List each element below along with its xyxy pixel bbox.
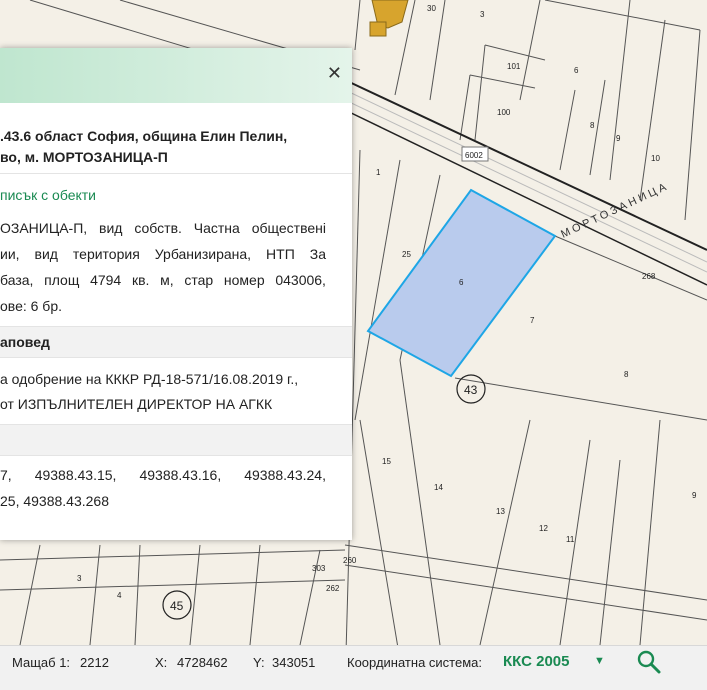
word: територия [72, 246, 140, 262]
word: собств. [134, 220, 182, 236]
neighbor-id: 49388.43.15, [34, 467, 117, 483]
word: Частна [193, 220, 240, 236]
word: м, [160, 272, 174, 288]
svg-text:43: 43 [464, 383, 478, 397]
word: площ [44, 272, 80, 288]
svg-text:100: 100 [497, 108, 511, 117]
object-title-line: во, м. МОРТОЗАНИЦА-П [0, 149, 168, 165]
object-list-link[interactable]: писък с обекти [0, 187, 96, 203]
neighbors-line: 7, 49388.43.15, 49388.43.16, 49388.43.24… [0, 467, 326, 483]
svg-text:8: 8 [590, 121, 595, 130]
search-icon[interactable] [636, 649, 662, 675]
word: ии, [0, 246, 20, 262]
word: база, [0, 272, 34, 288]
svg-text:303: 303 [312, 564, 326, 573]
word: вид [99, 220, 123, 236]
svg-text:12: 12 [539, 524, 548, 533]
neighbor-id: 49388.43.16, [139, 467, 222, 483]
svg-text:9: 9 [616, 134, 621, 143]
panel-header: ✕ [0, 48, 352, 103]
svg-text:11: 11 [566, 535, 575, 544]
svg-text:15: 15 [382, 457, 391, 466]
order-text-line: а одобрение на КККР РД-18-571/16.08.2019… [0, 371, 299, 387]
svg-text:3: 3 [77, 574, 82, 583]
section-neighbors-heading [0, 424, 352, 456]
description-line: ии, вид територия Урбанизирана, НТП За [0, 246, 326, 262]
neighbor-id: 49388.43.24, [244, 467, 326, 483]
crs-label: Координатна система: [347, 655, 482, 670]
word: 4794 [90, 272, 122, 288]
word: ОЗАНИЦА-П, [0, 220, 88, 236]
word: вид [34, 246, 58, 262]
status-bar: Мащаб 1: 2212 X: 4728462 Y: 343051 Коорд… [0, 645, 707, 690]
svg-text:6: 6 [574, 66, 579, 75]
crs-value[interactable]: ККС 2005 [503, 653, 569, 670]
y-coordinate: 343051 [272, 655, 316, 670]
neighbors-line: 25, 49388.43.268 [0, 493, 109, 509]
y-label: Y: [253, 655, 265, 670]
svg-text:13: 13 [496, 507, 505, 516]
svg-text:1: 1 [376, 168, 381, 177]
neighbor-id: 7, [0, 467, 12, 483]
svg-text:30: 30 [427, 4, 436, 13]
svg-text:8: 8 [624, 370, 629, 379]
section-order-heading: аповед [0, 326, 352, 358]
word: номер [223, 272, 265, 288]
svg-text:262: 262 [326, 584, 340, 593]
description-line: ове: 6 бр. [0, 298, 63, 314]
word: 043006, [275, 272, 326, 288]
description-line: база, площ 4794 кв. м, стар номер 043006… [0, 272, 326, 288]
chevron-down-icon[interactable]: ▼ [594, 655, 605, 667]
word: Урбанизирана, [154, 246, 252, 262]
word: общественi [251, 220, 326, 236]
word: НТП [266, 246, 295, 262]
svg-text:14: 14 [434, 483, 443, 492]
svg-text:4: 4 [117, 591, 122, 600]
description-line: ОЗАНИЦА-П, вид собств. Частна общественi [0, 220, 326, 236]
close-icon[interactable]: ✕ [327, 65, 342, 83]
svg-text:25: 25 [402, 250, 411, 259]
svg-text:260: 260 [343, 556, 357, 565]
svg-text:9: 9 [692, 491, 697, 500]
svg-text:101: 101 [507, 62, 521, 71]
x-label: X: [155, 655, 168, 670]
svg-text:6002: 6002 [465, 151, 483, 160]
word: За [309, 246, 326, 262]
svg-text:7: 7 [530, 316, 535, 325]
word: стар [184, 272, 214, 288]
order-text-line: от ИЗПЪЛНИТЕЛЕН ДИРЕКТОР НА АГКК [0, 396, 273, 412]
x-coordinate: 4728462 [177, 655, 228, 670]
svg-text:10: 10 [651, 154, 660, 163]
svg-text:6: 6 [459, 278, 464, 287]
scale-value: 2212 [80, 655, 109, 670]
object-info-panel: ✕ .43.6 област София, община Елин Пелин,… [0, 48, 352, 540]
scale-label: Мащаб 1: [12, 655, 71, 670]
word: кв. [131, 272, 150, 288]
svg-text:45: 45 [170, 599, 184, 613]
road-number-badge: 6002 [461, 146, 489, 162]
svg-text:3: 3 [480, 10, 485, 19]
divider [0, 173, 352, 174]
svg-text:268: 268 [642, 272, 656, 281]
